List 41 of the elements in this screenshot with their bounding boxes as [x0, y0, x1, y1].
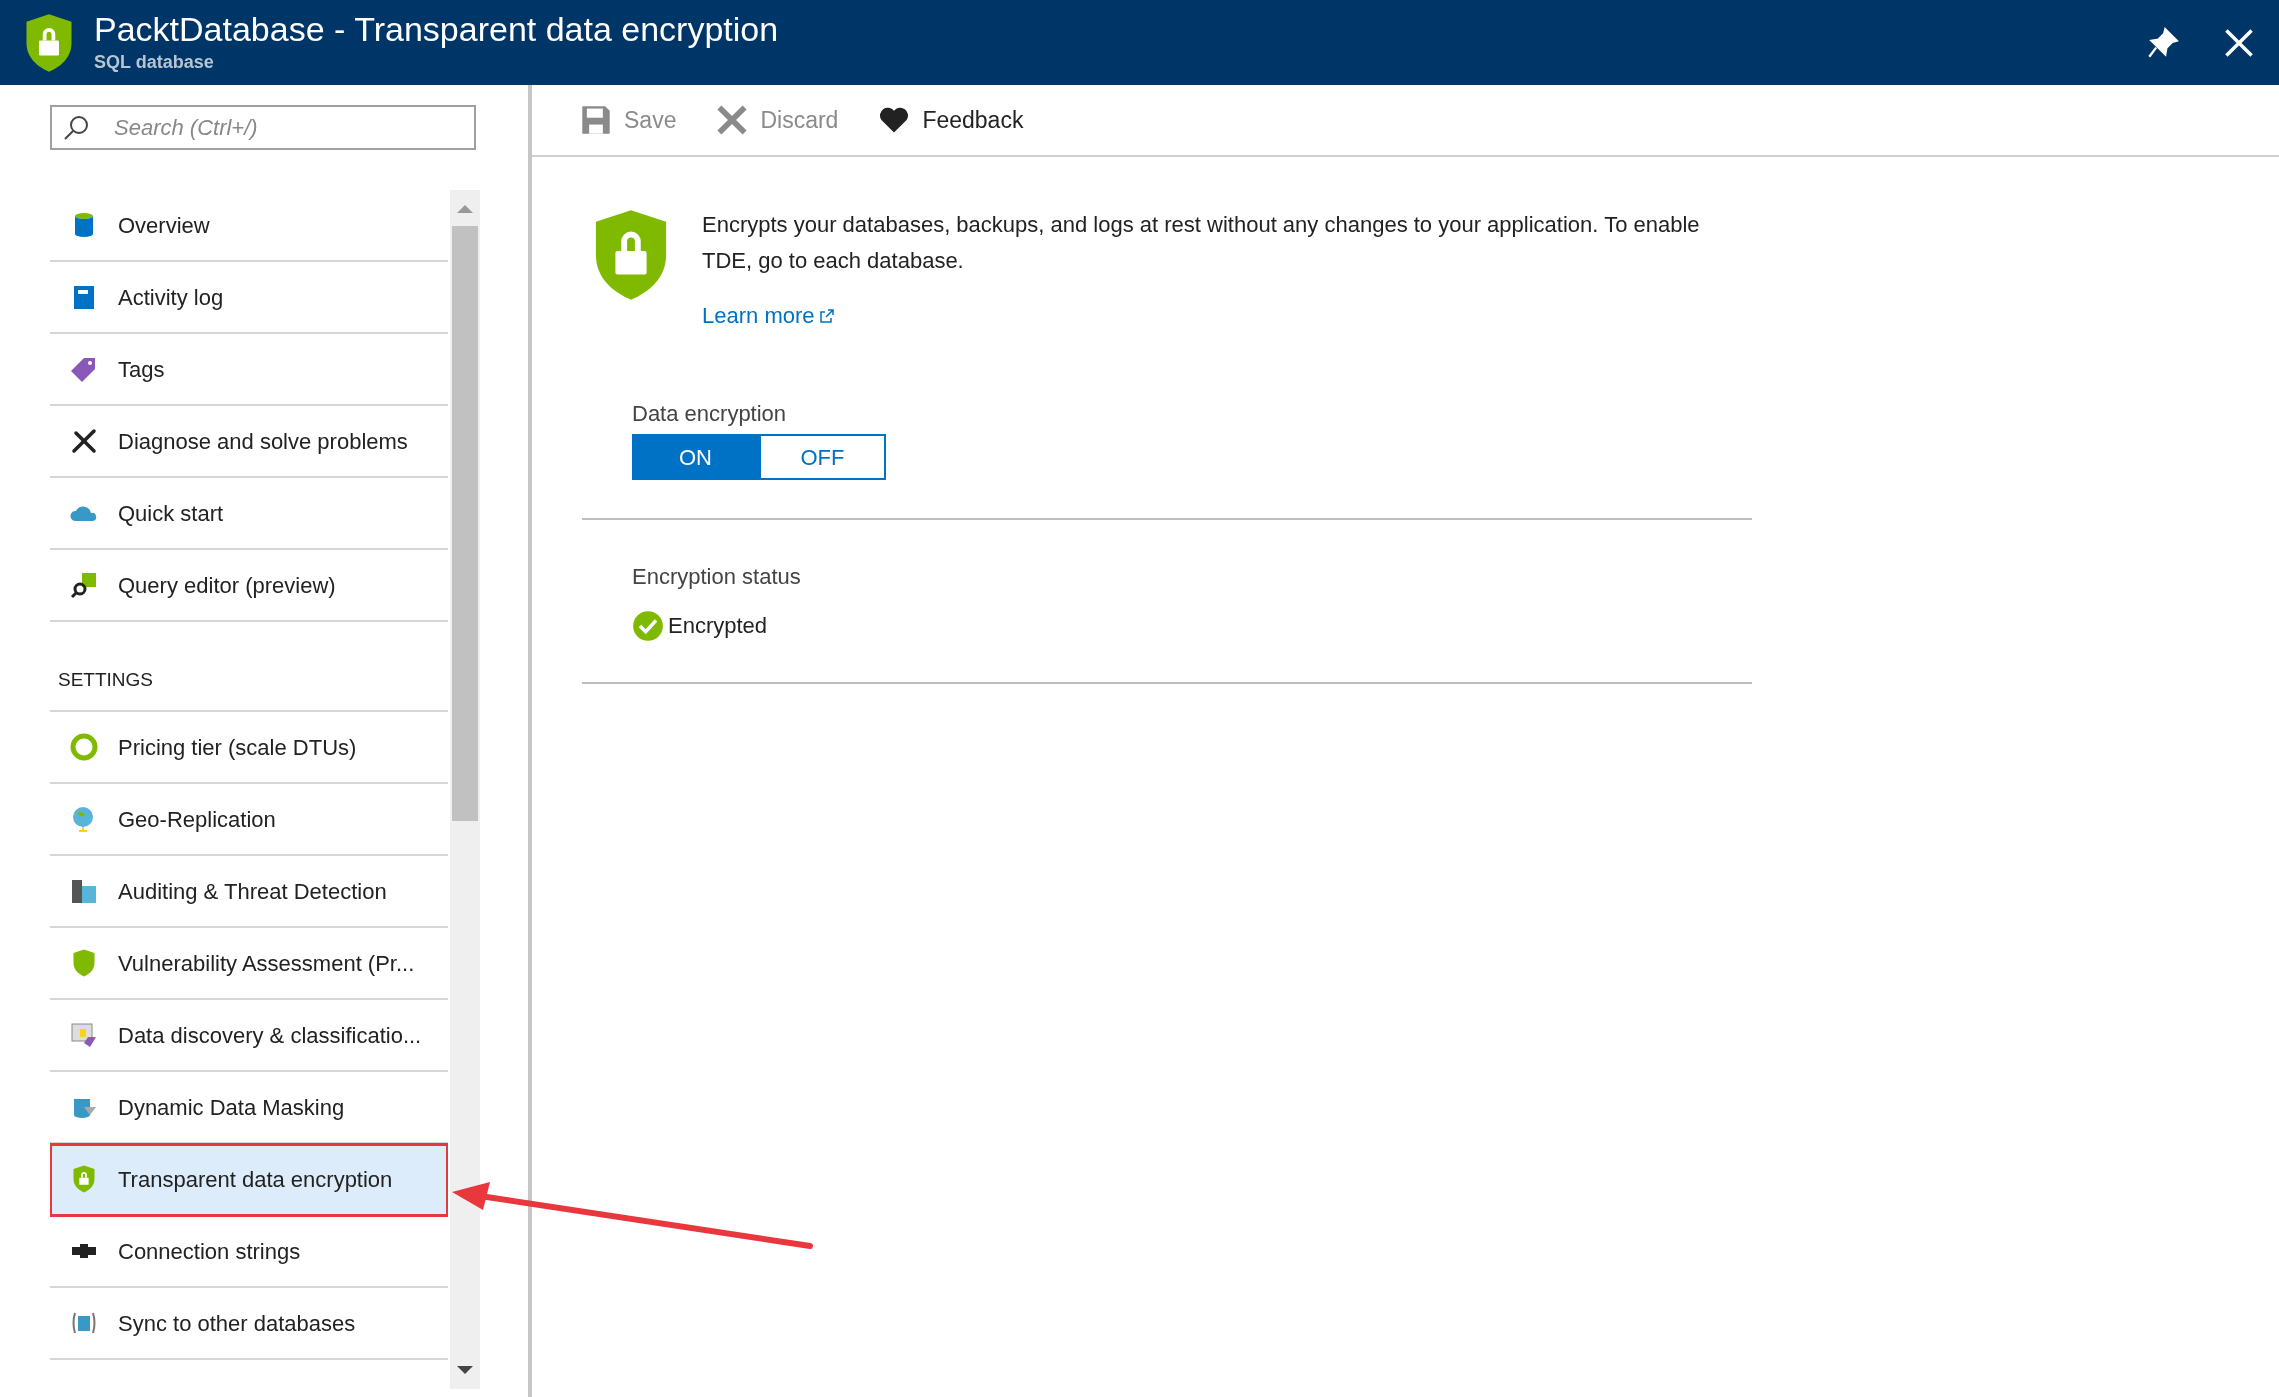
window-title: PacktDatabase - Transparent data encryption	[94, 9, 780, 49]
close-icon	[716, 104, 749, 136]
learn-more-link[interactable]: Learn more	[702, 299, 835, 332]
sidebar-item[interactable]: Pricing tier (scale DTUs)	[50, 712, 448, 784]
shield-lock-icon	[24, 12, 74, 73]
sidebar-item[interactable]: Data discovery & classificatio...	[50, 1000, 448, 1072]
toolbar-button[interactable]: Feedback	[878, 102, 1024, 138]
description-text: Encrypts your databases, backups, and logs at rest without any changes to your application. To enable TDE, go to each database.	[702, 211, 1701, 275]
sidebar-item[interactable]: Sync to other databases	[50, 1288, 448, 1360]
status-text: Encrypted	[668, 612, 768, 640]
scroll-down-icon[interactable]	[457, 1365, 473, 1377]
table-tag-icon	[70, 1021, 98, 1049]
pin-icon[interactable]	[2147, 26, 2179, 59]
section-heading: SETTINGS	[58, 667, 153, 692]
toggle-option[interactable]: OFF	[759, 434, 886, 480]
scrollbar[interactable]	[450, 190, 480, 1389]
toggle-option[interactable]: ON	[632, 434, 759, 480]
search-grid-icon	[70, 571, 98, 599]
sidebar-item[interactable]: Query editor (preview)	[50, 550, 448, 622]
sidebar-item[interactable]: Activity log	[50, 262, 448, 334]
check-circle-icon	[632, 609, 664, 642]
sidebar-item[interactable]: Diagnose and solve problems	[50, 406, 448, 478]
external-link-icon	[818, 307, 835, 324]
tag-icon	[70, 355, 98, 383]
sidebar-item[interactable]: Transparent data encryption	[50, 1144, 448, 1216]
save-icon	[580, 104, 612, 136]
scrollbar-thumb[interactable]	[452, 226, 478, 821]
sidebar-item[interactable]: Connection strings	[50, 1216, 448, 1288]
sidebar-item[interactable]: Vulnerability Assessment (Pr...	[50, 928, 448, 1000]
sidebar-item[interactable]: Tags	[50, 334, 448, 406]
search-icon	[62, 114, 90, 142]
field-label: Data encryption	[632, 400, 788, 428]
sidebar-item[interactable]: Quick start	[50, 478, 448, 550]
sidebar-item[interactable]: Auditing & Threat Detection	[50, 856, 448, 928]
sidebar-item[interactable]: Geo-Replication	[50, 784, 448, 856]
sidebar-item[interactable]: Overview	[50, 190, 448, 262]
close-icon[interactable]	[2223, 26, 2255, 59]
server-list-icon	[70, 877, 98, 905]
search-field[interactable]: Search (Ctrl+/)	[50, 105, 476, 150]
field-label: Encryption status	[632, 563, 802, 591]
window-subtitle: SQL database	[94, 51, 215, 74]
